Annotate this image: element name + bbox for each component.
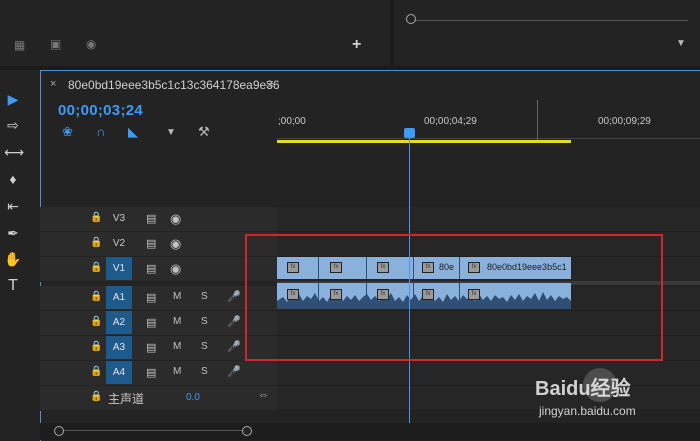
sequence-tab-title[interactable]: 80e0bd19eee3b5c1c13c364178ea9e36 [68,78,280,92]
add-marker-icon[interactable]: ◣ [128,124,138,140]
playhead-timecode[interactable]: 00;00;03;24 [58,102,143,119]
scroll-start-knob[interactable] [54,426,64,436]
track-header-a2[interactable] [40,311,277,336]
microphone-icon[interactable]: 🎤 [227,290,241,303]
pen-tool-icon[interactable]: ✒ [4,224,22,242]
program-scroll-knob[interactable] [406,14,416,24]
track-select-tool-icon[interactable]: ⇨ [4,116,22,134]
track-name-a3[interactable]: A3 [106,336,132,359]
lock-icon[interactable]: 🔒 [90,212,102,223]
toggle-sync-icon[interactable]: ▤ [146,262,156,275]
track-header-a4[interactable] [40,361,277,386]
microphone-icon[interactable]: 🎤 [227,365,241,378]
playhead-handle[interactable] [404,128,415,138]
lock-icon[interactable]: 🔒 [90,262,102,273]
export-frame-icon[interactable]: ▦ [14,38,25,52]
razor-tool-icon[interactable]: ♦ [4,170,22,188]
track-name-a2[interactable]: A2 [106,311,132,334]
master-volume-value[interactable]: 0.0 [186,392,200,403]
lock-icon[interactable]: 🔒 [90,291,102,302]
toggle-sync-icon[interactable]: ▤ [146,341,156,354]
lane-v3[interactable] [277,207,700,232]
program-time-ruler[interactable] [408,10,688,21]
track-name-v1[interactable]: V1 [106,257,132,280]
toggle-sync-icon[interactable]: ▤ [146,237,156,250]
ripple-edit-tool-icon[interactable]: ⟷ [4,143,24,161]
ruler-tick-minor [277,130,700,139]
scroll-track[interactable] [58,430,248,431]
lock-icon[interactable]: 🔒 [90,316,102,327]
close-tab-icon[interactable]: × [50,78,56,90]
track-name-v3[interactable]: V3 [106,207,132,230]
toggle-sync-icon[interactable]: ▤ [146,366,156,379]
track-name-a1[interactable]: A1 [106,286,132,309]
lock-icon[interactable]: 🔒 [90,366,102,377]
lock-icon[interactable]: 🔒 [90,391,102,402]
tick-label: 00;00;04;29 [424,116,477,127]
go-to-edit-icon[interactable]: ⇔ [258,389,269,401]
eye-icon[interactable]: ◉ [170,211,181,227]
solo-button[interactable]: S [201,341,208,352]
tools-panel: ▶ ⇨ ⟷ ♦ ⇤ ✒ ✋ T [0,70,38,440]
mute-button[interactable]: M [173,341,181,352]
selection-tool-icon[interactable]: ▶ [4,90,22,108]
marker-icon[interactable]: ▼ [166,127,176,143]
tick-label: 00;00;09;29 [598,116,651,127]
mute-button[interactable]: M [173,291,181,302]
mute-button[interactable]: M [173,316,181,327]
track-name-a4[interactable]: A4 [106,361,132,384]
track-header-a1[interactable] [40,286,277,311]
baidu-watermark: Baidu经验 jingyan.baidu.com [535,360,700,430]
track-header-master[interactable] [40,386,277,411]
microphone-icon[interactable]: 🎤 [227,340,241,353]
work-area-bar[interactable] [277,140,571,143]
toggle-sync-icon[interactable]: ▤ [146,291,156,304]
camera-icon[interactable]: ◉ [86,37,96,51]
track-header-v3[interactable] [40,207,277,232]
linked-selection-icon[interactable]: ∩ [96,124,105,140]
watermark-url: jingyan.baidu.com [539,404,636,418]
tab-menu-icon[interactable]: ≡ [266,76,274,91]
tick-label: ;00;00 [278,116,306,127]
master-track-label: 主声道 [108,392,145,406]
eye-icon[interactable]: ◉ [170,236,181,252]
scroll-end-knob[interactable] [242,426,252,436]
insert-icon[interactable]: ▣ [50,37,61,51]
program-monitor-panel: ▼ [394,0,700,66]
marker-icon[interactable]: ▼ [676,38,686,49]
track-name-v2[interactable]: V2 [106,232,132,255]
lock-icon[interactable]: 🔒 [90,341,102,352]
track-header-v1[interactable] [40,257,277,282]
type-tool-icon[interactable]: T [4,277,22,295]
source-monitor-panel: ▦ ▣ ◉ + [0,0,390,67]
track-header-v2[interactable] [40,232,277,257]
solo-button[interactable]: S [201,291,208,302]
snap-icon[interactable]: ❀ [62,124,73,140]
slip-tool-icon[interactable]: ⇤ [4,197,22,215]
lock-icon[interactable]: 🔒 [90,237,102,248]
watermark-brand: Baidu经验 [535,378,631,400]
toggle-sync-icon[interactable]: ▤ [146,212,156,225]
solo-button[interactable]: S [201,366,208,377]
solo-button[interactable]: S [201,316,208,327]
add-button[interactable]: + [352,36,361,54]
mute-button[interactable]: M [173,366,181,377]
ruler-tick-major [537,100,538,140]
highlight-box [245,234,663,361]
microphone-icon[interactable]: 🎤 [227,315,241,328]
hand-tool-icon[interactable]: ✋ [4,250,22,268]
eye-icon[interactable]: ◉ [170,261,181,277]
toggle-sync-icon[interactable]: ▤ [146,316,156,329]
track-header-a3[interactable] [40,336,277,361]
wrench-icon[interactable]: ⚒ [198,124,210,140]
